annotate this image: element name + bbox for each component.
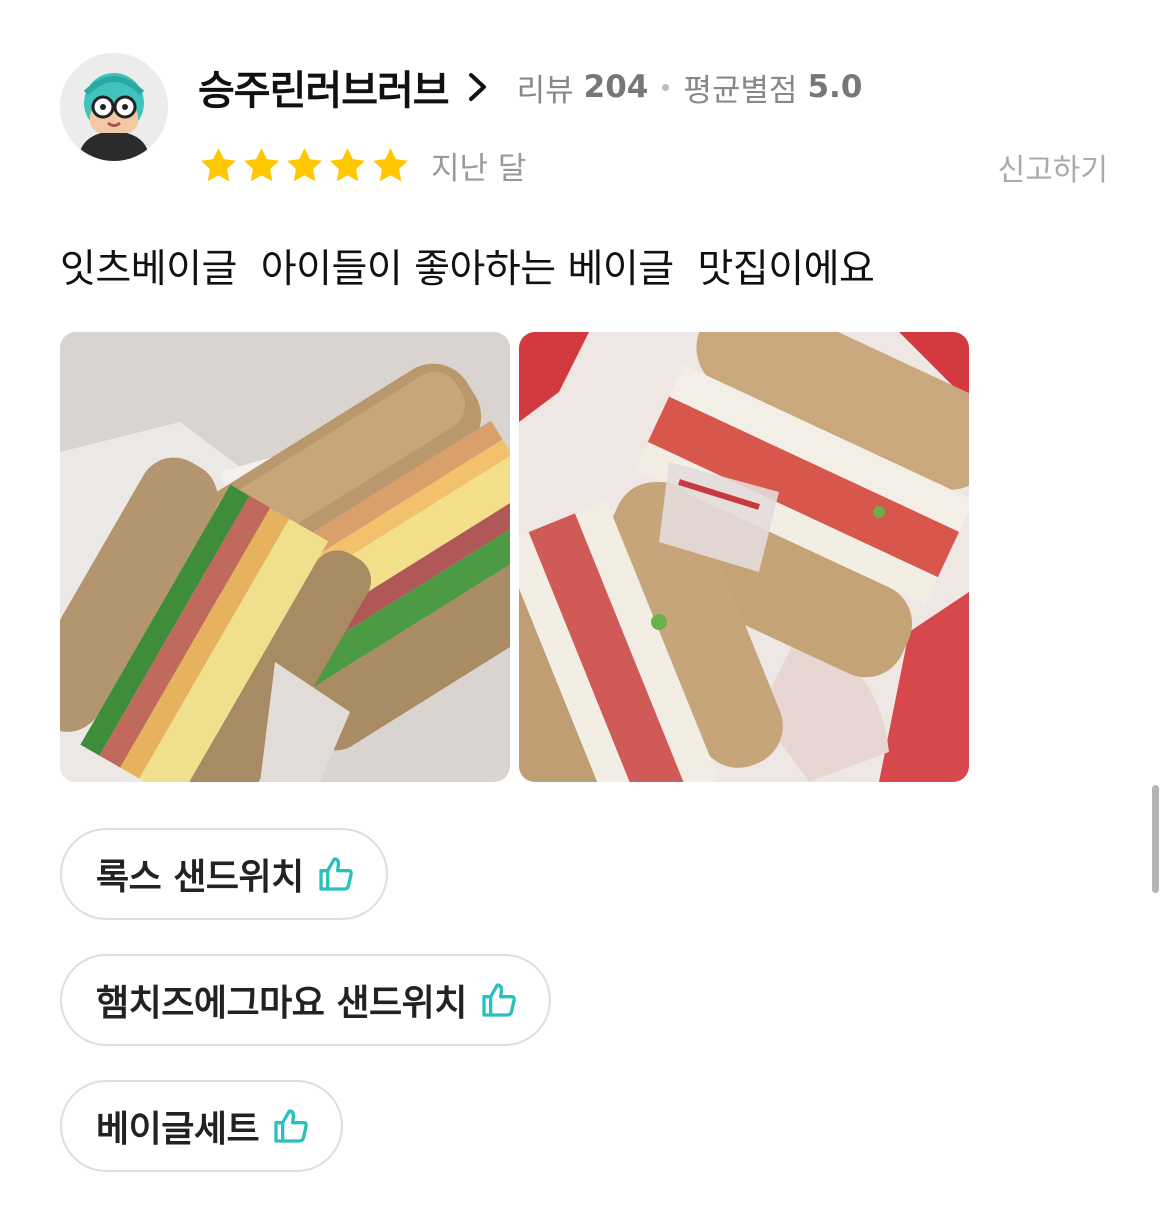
menu-tag-bagel-set[interactable]: 베이글세트 xyxy=(60,1080,344,1172)
menu-tag-lox-sandwich[interactable]: 록스 샌드위치 xyxy=(60,828,388,920)
separator-dot xyxy=(662,83,670,91)
lox-sandwich-bagel-photo xyxy=(519,332,969,782)
reviewer-stats: 리뷰 204 평균별점 5.0 xyxy=(517,65,863,110)
chevron-right-icon[interactable] xyxy=(467,72,489,102)
menu-tag-label: 햄치즈에그마요 샌드위치 xyxy=(96,983,467,1024)
avg-rating-label: 평균별점 xyxy=(683,72,798,109)
star-icon xyxy=(244,147,279,181)
review-count-label: 리뷰 xyxy=(516,72,574,109)
reviewer-avatar[interactable] xyxy=(60,53,168,161)
review-count: 204 xyxy=(583,69,649,105)
ham-cheese-egg-mayo-bagel-photo xyxy=(60,332,510,782)
reviewer-header: 승주린러브러브 리뷰 204 평균별점 5.0 xyxy=(198,58,862,116)
menu-tag-label: 베이글세트 xyxy=(96,1109,260,1150)
thumbs-up-icon xyxy=(319,857,353,891)
review-photo-1[interactable] xyxy=(60,332,510,782)
menu-tag-label: 록스 샌드위치 xyxy=(96,857,304,898)
star-rating xyxy=(198,145,411,186)
review-photo-2[interactable] xyxy=(519,332,969,782)
thumbs-up-icon xyxy=(274,1109,308,1143)
star-icon xyxy=(287,147,322,181)
star-icon xyxy=(201,147,236,181)
thumbs-up-icon xyxy=(482,983,516,1017)
star-icon xyxy=(330,147,365,181)
star-icon xyxy=(373,147,408,181)
menu-tag-ham-cheese-egg-mayo-sandwich[interactable]: 햄치즈에그마요 샌드위치 xyxy=(60,954,551,1046)
avg-rating: 5.0 xyxy=(807,69,863,105)
review-date: 지난 달 xyxy=(431,150,527,187)
rating-row: 지난 달 xyxy=(198,140,526,190)
report-button[interactable]: 신고하기 xyxy=(998,145,1108,189)
reviewer-nickname[interactable]: 승주린러브러브 xyxy=(198,58,450,116)
review-text: 잇츠베이글 아이들이 좋아하는 베이글 맛집이에요 xyxy=(60,247,875,292)
scrollbar[interactable] xyxy=(1152,785,1159,893)
